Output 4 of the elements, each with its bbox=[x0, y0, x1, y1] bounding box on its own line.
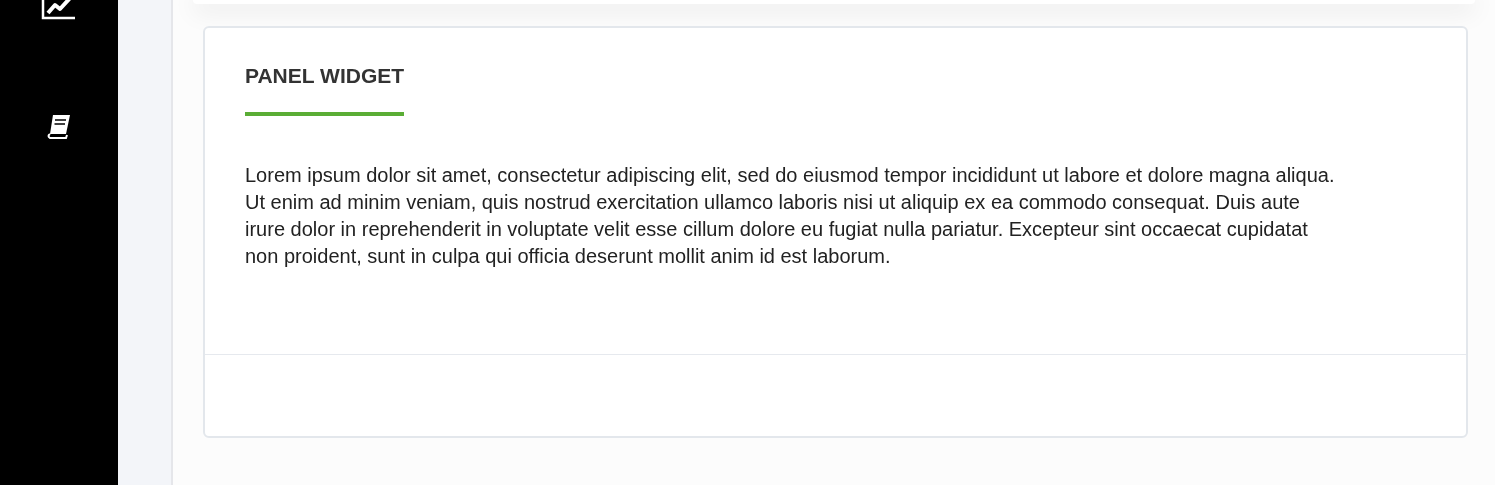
panel-text: Lorem ipsum dolor sit amet, consectetur adipiscing elit, sed do eiusmod tempor incididunt ut labore et dolore magna aliqua. Ut enim ad minim veniam, quis nostrud exercitation ullamco laboris nisi ut aliquip ex ea commodo consequat. Duis aute irure dolor in reprehenderit in voluptate velit esse cillum dolore eu fugiat nulla pariatur. Excepteur sint occaecat cupidatat non proident, sunt in culpa qui officia deserunt mollit anim id est laborum. bbox=[245, 163, 1335, 269]
book-icon[interactable] bbox=[45, 112, 73, 140]
line-chart-icon[interactable] bbox=[41, 0, 77, 20]
panel-title: PANEL WIDGET bbox=[245, 63, 405, 89]
